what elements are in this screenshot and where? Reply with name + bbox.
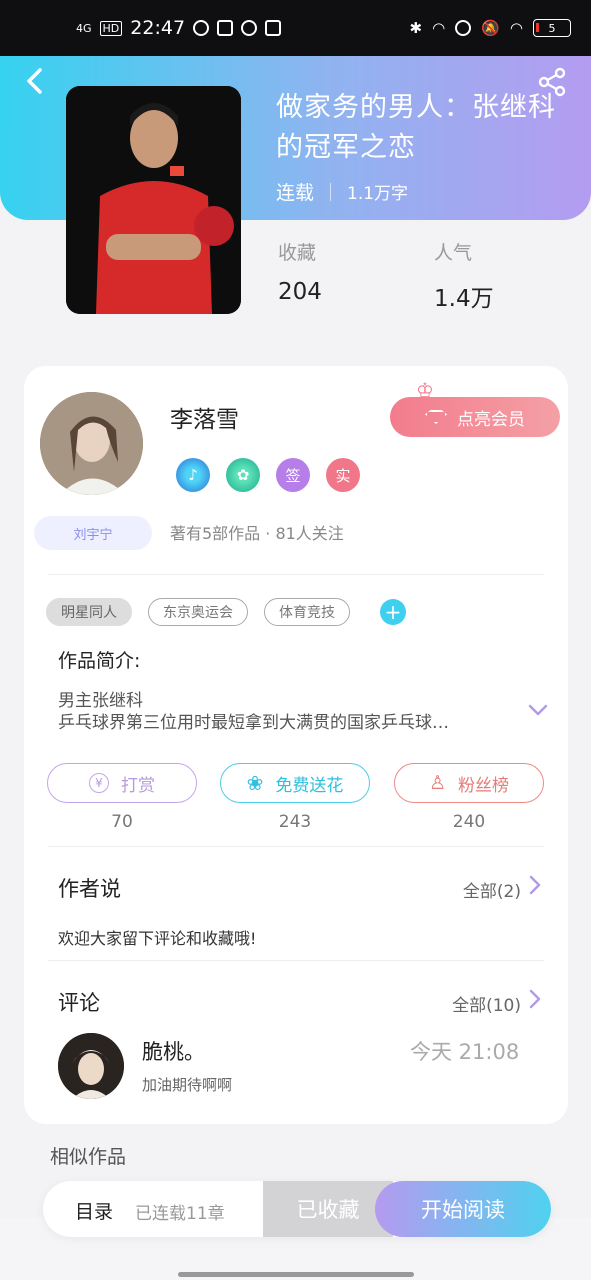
flower-count: 243 [278, 812, 312, 832]
notification-icon [217, 20, 234, 36]
author-honors: ♪ ✿ 签 实 [176, 458, 360, 492]
comment-time: 今天 21:08 [410, 1040, 520, 1064]
back-button[interactable] [22, 64, 50, 98]
hd-indicator: HD [99, 20, 123, 36]
tag-list: 明星同人 东京奥运会 体育竞技 + [46, 598, 406, 626]
chevron-down-icon [528, 704, 548, 716]
tag-item[interactable]: 体育竞技 [264, 598, 350, 626]
vip-button[interactable]: 点亮会员 [390, 397, 560, 437]
comments-heading: 评论 [58, 991, 100, 1015]
fan-badge: 刘宇宁 [34, 516, 152, 550]
favorites-label: 收藏 [278, 242, 317, 264]
tag-item[interactable]: 东京奥运会 [148, 598, 248, 626]
author-works-info: 著有5部作品 · 81人关注 [170, 524, 344, 543]
send-flower-button[interactable]: ❀ 免费送花 [220, 763, 370, 803]
headphone-icon: ◠ [432, 19, 446, 37]
commenter-avatar-image [58, 1033, 124, 1099]
home-indicator[interactable] [178, 1272, 414, 1277]
author-avatar[interactable] [40, 392, 143, 495]
vip-label: 点亮会员 [457, 409, 525, 430]
popularity-stat: 人气 1.4万 [434, 238, 494, 313]
favorites-stat: 收藏 204 [278, 238, 322, 305]
add-tag-button[interactable]: + [380, 599, 406, 625]
flower-icon: ❀ [246, 771, 264, 795]
favorites-value: 204 [278, 279, 322, 305]
comment-text: 加油期待啊啊 [142, 1076, 233, 1094]
fan-ranking-count: 240 [452, 812, 486, 832]
send-flower-label: 免费送花 [275, 775, 344, 796]
yuan-icon: ¥ [89, 773, 109, 793]
bottom-action-bar: 目录 已连载11章 已收藏 开始阅读 [43, 1181, 551, 1237]
mute-icon: 🔕 [481, 19, 500, 37]
wechat-icon [193, 20, 210, 36]
alarm-icon [455, 20, 472, 36]
music-badge-icon: ♪ [176, 458, 210, 492]
author-name[interactable]: 李落雪 [170, 400, 239, 434]
user-heart-icon: ♙ [428, 772, 447, 794]
network-indicator: 4G [76, 21, 92, 35]
wifi-icon: ◠ [509, 19, 523, 37]
tip-button[interactable]: ¥ 打赏 [47, 763, 197, 803]
expand-intro-button[interactable] [526, 698, 550, 722]
commenter-name: 脆桃。 [142, 1040, 205, 1064]
divider [48, 574, 544, 575]
sync-icon [241, 20, 258, 36]
toc-button[interactable]: 目录 [75, 1197, 113, 1224]
book-title: 做家务的男人：张继科的冠军之恋 [276, 92, 556, 163]
battery-indicator: 5 [533, 19, 571, 37]
cover-image [66, 86, 241, 314]
tip-count: 70 [111, 812, 133, 832]
diamond-icon [425, 410, 447, 424]
fan-ranking-button[interactable]: ♙ 粉丝榜 [394, 763, 544, 803]
video-icon [265, 20, 282, 36]
author-avatar-image [40, 392, 143, 495]
book-meta: 连载 1.1万字 [276, 178, 408, 205]
handshake-badge-icon: ✿ [226, 458, 260, 492]
commenter-avatar[interactable] [58, 1033, 124, 1099]
verified-badge: 实 [326, 458, 360, 492]
bluetooth-icon: ✱ [409, 19, 423, 37]
comments-more-link[interactable]: 全部(10) [452, 991, 521, 1016]
popularity-value: 1.4万 [434, 286, 494, 312]
similar-works-heading: 相似作品 [50, 1146, 127, 1168]
chevron-left-icon [27, 68, 42, 94]
intro-heading: 作品简介: [58, 650, 141, 672]
popularity-label: 人气 [434, 242, 473, 264]
divider [48, 846, 544, 847]
book-cover[interactable] [66, 86, 241, 314]
author-message: 欢迎大家留下评论和收藏哦! [58, 929, 257, 948]
author-says-more-link[interactable]: 全部(2) [463, 877, 521, 902]
chapter-count: 已连载11章 [135, 1204, 225, 1224]
author-says-heading: 作者说 [58, 877, 121, 901]
signed-badge: 签 [276, 458, 310, 492]
word-count: 1.1万字 [347, 184, 409, 204]
meta-divider [330, 182, 332, 201]
start-reading-button[interactable]: 开始阅读 [375, 1181, 551, 1237]
tag-item[interactable]: 明星同人 [46, 598, 132, 626]
status-time: 22:47 [130, 17, 186, 39]
collected-button[interactable]: 已收藏 [263, 1181, 393, 1237]
chevron-right-icon[interactable] [528, 873, 542, 903]
intro-line: 乒乓球界第三位用时最短拿到大满贯的国家乒乓球… [58, 713, 449, 733]
divider [48, 960, 544, 961]
book-status: 连载 [276, 182, 315, 204]
tip-label: 打赏 [121, 775, 155, 796]
chevron-right-icon[interactable] [528, 987, 542, 1017]
fan-ranking-label: 粉丝榜 [458, 775, 510, 796]
status-bar: 4G HD 22:47 ✱ ◠ 🔕 ◠ 5 [0, 0, 591, 56]
